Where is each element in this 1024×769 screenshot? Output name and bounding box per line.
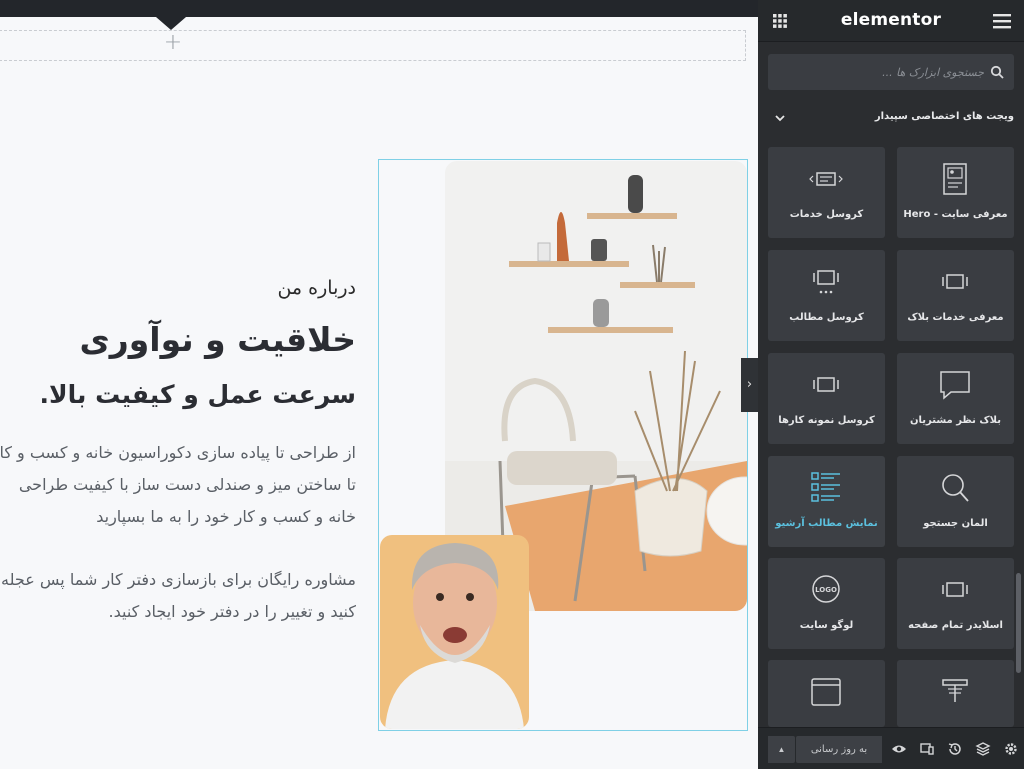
panel-footer: به روز رسانی ▲ (758, 727, 1024, 769)
paragraph-line: از طراحی تا پیاده سازی دکوراسیون خانه و … (0, 443, 356, 462)
widget-fullscreen-slider[interactable]: اسلایدر تمام صفحه (897, 558, 1014, 649)
widget-archive-posts[interactable]: نمایش مطالب آرشیو (768, 456, 885, 547)
paragraph-line: مشاوره رایگان برای بازسازی دفتر کار شما … (1, 570, 356, 589)
paragraph-line: کنید و تغییر را در دفتر خود ایجاد کنید. (108, 602, 356, 621)
service-block-icon (942, 274, 968, 289)
widget-window[interactable] (768, 660, 885, 727)
widget-search (768, 54, 1014, 90)
search-element-icon (942, 474, 969, 502)
widget-label: اسلایدر تمام صفحه (908, 620, 1003, 631)
widget-search-element[interactable]: المان جستجو (897, 456, 1014, 547)
publish-options-button[interactable]: ▲ (768, 736, 795, 763)
widget-portfolio-carousel[interactable]: کروسل نمونه کارها (768, 353, 885, 444)
collapse-panel-button[interactable]: › (741, 358, 758, 412)
search-icon (990, 65, 1004, 79)
portfolio-carousel-icon (813, 377, 839, 392)
panel-header: elementor (758, 0, 1024, 42)
widget-search-input[interactable] (776, 54, 984, 90)
widget-header[interactable] (897, 660, 1014, 727)
about-paragraph-2: مشاوره رایگان برای بازسازی دفتر کار شما … (0, 564, 356, 628)
widget-label: کروسل نمونه کارها (778, 415, 875, 426)
add-section-area[interactable] (0, 30, 746, 61)
panel-scrollbar[interactable] (1016, 573, 1021, 673)
history-icon[interactable] (947, 741, 963, 757)
widget-label: کروسل خدمات (789, 209, 864, 220)
widget-testimonial[interactable]: بلاک نظر مشتریان (897, 353, 1014, 444)
plus-icon[interactable]: + (163, 32, 183, 54)
section-handle[interactable] (156, 17, 186, 30)
posts-carousel-icon (813, 270, 839, 294)
responsive-mode-icon[interactable] (919, 741, 935, 757)
hamburger-menu-icon[interactable] (993, 13, 1011, 29)
logo-icon: LOGO (812, 575, 840, 603)
update-button[interactable]: به روز رسانی (796, 736, 882, 763)
widget-service-block[interactable]: معرفی خدمات بلاک (897, 250, 1014, 341)
category-header[interactable]: ویجت های اختصاصی سپیدار (768, 108, 1014, 130)
chevron-down-icon[interactable] (774, 113, 786, 123)
elementor-panel: elementor ویجت های اختصاصی سپیدار معرفی … (758, 0, 1024, 769)
settings-gear-icon[interactable] (1003, 741, 1019, 757)
about-subtitle: سرعت عمل و کیفیت بالا. (39, 380, 356, 409)
widget-hero[interactable]: معرفی سایت - Hero (897, 147, 1014, 238)
widget-label: معرفی سایت - Hero (903, 209, 1008, 220)
widget-label: معرفی خدمات بلاک (907, 312, 1004, 323)
portrait-photo (380, 535, 529, 729)
header-icon (942, 679, 968, 702)
editor-canvas: + درباره من خلاقیت و نوآوری سرعت عمل و ک… (0, 0, 758, 769)
logo-icon-text: LOGO (815, 586, 837, 594)
paragraph-line: تا ساختن میز و صندلی دست ساز با کیفیت طر… (18, 475, 356, 494)
fullscreen-slider-icon (942, 582, 968, 597)
widget-site-logo[interactable]: LOGO لوگو سایت (768, 558, 885, 649)
services-carousel-icon (809, 172, 843, 186)
testimonial-icon (940, 371, 970, 400)
widget-posts-carousel[interactable]: کروسل مطالب (768, 250, 885, 341)
widget-label: المان جستجو (923, 518, 988, 529)
archive-posts-icon (811, 472, 840, 502)
widget-label: بلاک نظر مشتریان (910, 415, 1001, 426)
paragraph-line: خانه و کسب و کار خود را به ما بسپارید (96, 507, 356, 526)
brand-logo: elementor (840, 10, 942, 30)
widget-label: کروسل مطالب (789, 312, 864, 323)
preview-eye-icon[interactable] (891, 741, 907, 757)
widget-label: نمایش مطالب آرشیو (775, 518, 878, 529)
window-icon (811, 678, 841, 706)
canvas-topbar (0, 0, 758, 17)
widget-label: لوگو سایت (799, 620, 854, 631)
about-paragraph-1: از طراحی تا پیاده سازی دکوراسیون خانه و … (0, 437, 356, 533)
layers-icon[interactable] (975, 741, 991, 757)
hero-icon (943, 163, 967, 195)
category-title: ویجت های اختصاصی سپیدار (874, 111, 1014, 122)
widget-services-carousel[interactable]: کروسل خدمات (768, 147, 885, 238)
about-kicker: درباره من (277, 277, 356, 299)
about-title: خلاقیت و نوآوری (79, 320, 357, 359)
